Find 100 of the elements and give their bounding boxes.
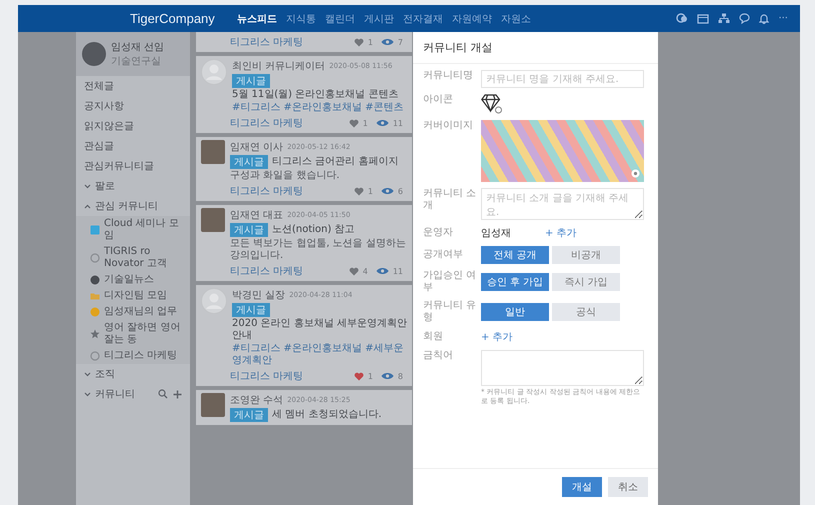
option-button[interactable]: 비공개 [552, 246, 620, 264]
heart-icon[interactable] [354, 186, 364, 196]
user-department: 기술연구실 [111, 55, 162, 68]
field-label: 아이콘 [423, 94, 454, 107]
nav-tab[interactable]: 캘린더 [324, 12, 355, 26]
like-count: 1 [368, 186, 373, 196]
like-count: 1 [362, 118, 368, 128]
sidebar-group[interactable]: 조직 [95, 367, 115, 381]
community-link[interactable]: 티그리스 마케팅 [230, 369, 304, 383]
diamond-icon[interactable] [481, 94, 503, 114]
field-label: 운영자 [423, 227, 454, 239]
create-button[interactable]: 개설 [562, 477, 602, 497]
option-button[interactable]: 즉시 가입 [552, 273, 620, 291]
chevron-icon[interactable] [84, 392, 91, 396]
view-count: 7 [398, 38, 403, 46]
eye-icon [380, 372, 394, 380]
nav-tab[interactable]: 게시판 [364, 12, 394, 26]
user-name: 임성재 선임 [111, 41, 164, 54]
nav-tab[interactable]: 자원소 [500, 12, 531, 26]
more-menu[interactable]: ··· [778, 13, 788, 24]
community-item[interactable]: 티그리스 마케팅 [76, 348, 190, 364]
post-type-badge: 게시글 [232, 303, 270, 317]
chevron-icon[interactable] [84, 372, 91, 376]
option-button[interactable]: 승인 후 가입 [481, 273, 549, 291]
author-name: 최인비 커뮤니케이터 [232, 60, 326, 73]
heart-icon[interactable] [354, 372, 364, 380]
folder-icon[interactable] [697, 14, 710, 24]
eye-icon [380, 38, 394, 46]
community-item[interactable]: 영어 잘하면 영어 잘는 동 [76, 320, 190, 348]
heart-icon[interactable] [348, 118, 359, 128]
field-label: 커뮤니티 유형 [423, 300, 477, 324]
name-input[interactable]: 커뮤니티 명을 기재해 주세요. [481, 70, 644, 88]
community-link[interactable]: 티그리스 마케팅 [230, 35, 304, 49]
nav-tab[interactable]: 전자결재 [402, 12, 443, 26]
field-label: 가입승인 여부 [423, 270, 477, 294]
field-label: 커버이미지 [423, 120, 474, 133]
community-item[interactable]: TIGRIS ro Novator 고객 [76, 244, 190, 272]
community-item[interactable]: Cloud 세미나 모임 [76, 216, 190, 244]
post-type-badge: 게시글 [230, 408, 268, 422]
photo-placeholder [201, 140, 225, 164]
sidebar-item[interactable]: 읽지않은글 [76, 116, 190, 136]
nav-tab[interactable]: 지식통 [286, 12, 316, 26]
intro-textarea[interactable]: 커뮤니티 소개 글을 기재해 주세요. [481, 188, 644, 220]
company-logo[interactable]: TigerCompany [130, 11, 215, 26]
option-button[interactable]: 공식 [552, 303, 620, 321]
post-title[interactable]: 세 멤버 초청되었습니다. [272, 409, 382, 421]
post-title[interactable]: 5월 11일(월) 온라인홍보채널 콘텐츠 [232, 89, 398, 101]
chat-icon[interactable] [676, 13, 688, 24]
search-icon[interactable] [158, 389, 168, 399]
option-button[interactable]: 전체 공개 [481, 246, 549, 264]
post-type-badge: 게시글 [232, 74, 270, 88]
sidebar-group[interactable]: 팔로 [95, 179, 115, 193]
post-title[interactable]: 티그리스 금어관리 홈페이지 [272, 156, 398, 168]
field-label: 공개여부 [423, 249, 464, 261]
cancel-button[interactable]: 취소 [608, 477, 648, 497]
post-title[interactable]: 노션(notion) 참고 [272, 224, 355, 236]
edit-icon[interactable] [631, 169, 640, 178]
avatar-circle [82, 42, 106, 66]
sitemap-icon[interactable] [718, 13, 730, 24]
bell-icon[interactable] [759, 13, 770, 24]
community-link[interactable]: 티그리스 마케팅 [230, 184, 304, 198]
field-label: 커뮤니티 소개 [423, 188, 477, 213]
default-avatar-icon [201, 288, 227, 314]
option-button[interactable]: 일반 [481, 303, 549, 321]
default-avatar-icon [201, 59, 227, 85]
author-name: 박경민 실장 [232, 289, 286, 302]
field-label: 금칙어 [423, 350, 454, 363]
view-count: 6 [398, 186, 403, 196]
field-label: 회원 [423, 331, 444, 343]
eye-icon [376, 267, 389, 275]
nav-tab[interactable]: 뉴스피드 [236, 12, 277, 26]
add-link[interactable]: + 추가 [545, 226, 577, 240]
post-title[interactable]: 2020 온라인 홍보채널 세부운영계획안 안내 [232, 318, 407, 342]
sidebar-item[interactable]: 관심글 [76, 136, 190, 156]
heart-icon[interactable] [354, 38, 364, 46]
nav-tab[interactable]: 자원예약 [452, 12, 492, 26]
chevron-icon[interactable] [84, 204, 91, 208]
community-link[interactable]: 티그리스 마케팅 [230, 264, 304, 278]
community-link[interactable]: 티그리스 마케팅 [230, 116, 304, 130]
author-name: 임재연 이사 [230, 141, 284, 154]
sidebar-item[interactable]: 전체글 [76, 76, 190, 96]
message-icon[interactable] [739, 13, 750, 24]
view-count: 8 [398, 372, 403, 380]
add-link[interactable]: + 추가 [481, 330, 513, 344]
like-count: 1 [368, 38, 373, 46]
hashtags[interactable]: #티그리스 #온라인홍보채널 #세부운영계획안 [232, 343, 407, 367]
add-icon[interactable] [173, 390, 182, 398]
hashtags[interactable]: #티그리스 #온라인홍보채널 #콘텐츠 [232, 102, 407, 114]
post-text: 모든 벽보가는 협업툴, 노션을 설명하는 강의입니다. [230, 238, 407, 262]
post-type-badge: 게시글 [230, 155, 268, 169]
community-item[interactable]: 기술일뉴스 [76, 272, 190, 288]
sidebar-group[interactable]: 관심 커뮤니티 [95, 199, 158, 213]
community-item[interactable]: 디자인팀 모임 [76, 288, 190, 304]
sidebar-item[interactable]: 관심커뮤니티글 [76, 156, 190, 176]
sidebar-group[interactable]: 커뮤니티 [95, 387, 135, 401]
heart-icon[interactable] [348, 266, 359, 276]
community-item[interactable]: 임성재님의 업무 [76, 304, 190, 320]
view-count: 11 [392, 266, 403, 276]
chevron-icon[interactable] [84, 184, 91, 188]
sidebar-item[interactable]: 공지사항 [76, 96, 190, 116]
